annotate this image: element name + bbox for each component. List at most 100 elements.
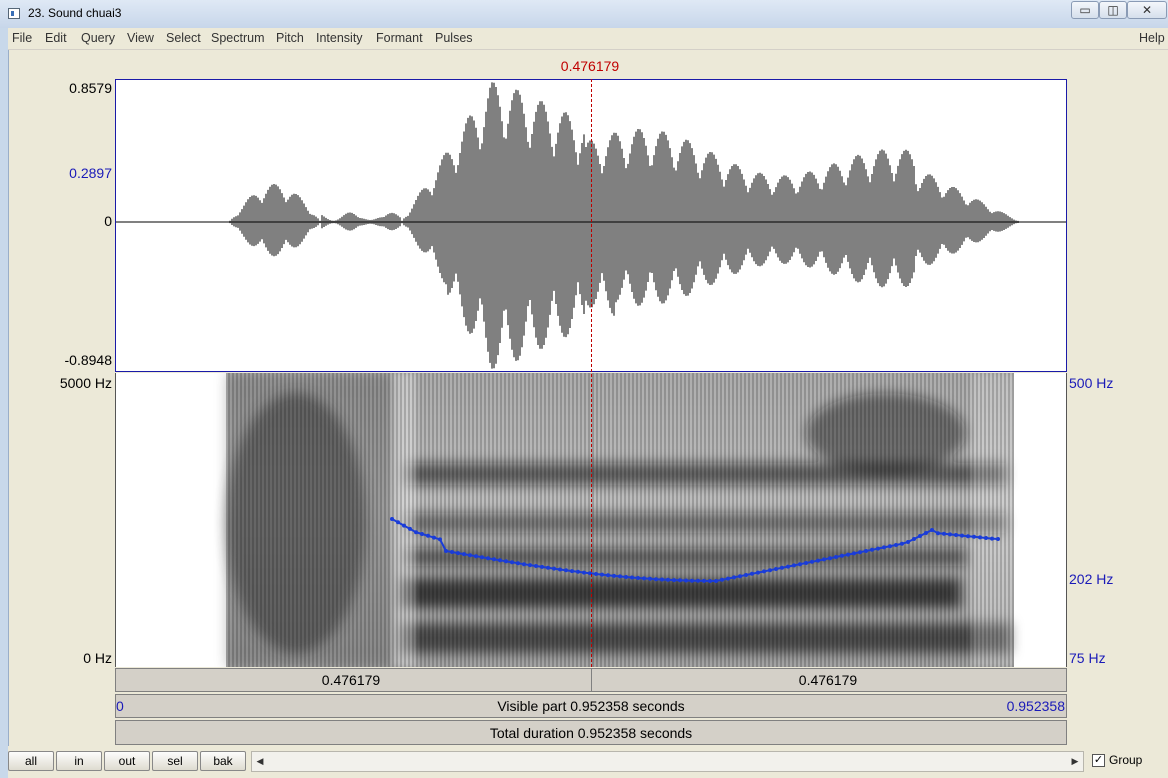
pitch-point: [918, 534, 922, 538]
pitch-point: [666, 577, 670, 582]
pitch-point: [828, 556, 832, 561]
menu-file[interactable]: File: [12, 31, 32, 45]
scroll-right-icon[interactable]: ▶: [1067, 752, 1083, 771]
pitch-point: [708, 579, 712, 583]
pitch-point: [954, 533, 958, 537]
pitch-point: [396, 520, 400, 525]
pitch-point: [840, 553, 844, 558]
total-duration-bar[interactable]: Total duration 0.952358 seconds: [115, 720, 1067, 745]
pitch-point: [948, 532, 952, 537]
visible-part-label: Visible part 0.952358 seconds: [497, 698, 685, 714]
waveform-zero-label: 0: [104, 213, 112, 229]
pitch-point: [432, 535, 436, 540]
minimize-button[interactable]: ▭: [1071, 1, 1099, 19]
pitch-point: [816, 558, 820, 563]
pitch-point: [504, 559, 508, 564]
pitch-point: [438, 537, 442, 542]
pitch-point: [618, 574, 622, 579]
pitch-point: [756, 570, 760, 575]
window-frame-edge: [0, 28, 9, 778]
pitch-point: [420, 532, 424, 536]
pitch-point: [426, 533, 430, 538]
app-icon: [8, 8, 20, 19]
pitch-point: [450, 550, 454, 554]
pitch-point: [990, 536, 994, 541]
close-button[interactable]: ✕: [1127, 1, 1167, 19]
group-label: Group: [1109, 753, 1143, 767]
pitch-point: [822, 557, 826, 562]
right-segment-duration[interactable]: 0.476179: [753, 672, 903, 688]
pitch-mid-label: 202 Hz: [1069, 571, 1114, 587]
pitch-point: [636, 576, 640, 580]
menu-help[interactable]: Help: [1139, 31, 1165, 45]
zoom-out-button[interactable]: out: [104, 751, 150, 771]
horizontal-scrollbar[interactable]: ◀ ▶: [251, 751, 1084, 772]
pitch-point: [894, 543, 898, 547]
waveform-level-label: 0.2897: [69, 165, 112, 181]
waveform-min-label: -0.8948: [64, 352, 112, 368]
pitch-point: [738, 574, 742, 579]
zoom-selection-button[interactable]: sel: [152, 751, 198, 771]
pitch-point: [600, 572, 604, 577]
pitch-point: [996, 537, 1000, 541]
selection-time-bar[interactable]: 0.476179 0.476179: [115, 668, 1067, 692]
pitch-point: [516, 561, 520, 566]
pitch-point: [486, 556, 490, 561]
pitch-point: [936, 531, 940, 536]
pitch-point: [900, 541, 904, 546]
pitch-point: [696, 578, 700, 583]
group-checkbox[interactable]: ✓: [1092, 754, 1105, 767]
waveform-signal: [229, 82, 1019, 369]
pitch-point: [858, 550, 862, 555]
pitch-point: [582, 570, 586, 575]
pitch-point: [888, 544, 892, 549]
pitch-point: [960, 533, 964, 538]
pitch-point: [390, 517, 394, 521]
menu-spectrum[interactable]: Spectrum: [211, 31, 265, 45]
menu-select[interactable]: Select: [166, 31, 201, 45]
menu-bar: File Edit Query View Select Spectrum Pit…: [8, 28, 1168, 50]
pitch-point: [882, 545, 886, 550]
pitch-point: [690, 578, 694, 583]
menu-intensity[interactable]: Intensity: [316, 31, 363, 45]
menu-formant[interactable]: Formant: [376, 31, 423, 45]
pitch-point: [942, 531, 946, 536]
zoom-back-button[interactable]: bak: [200, 751, 246, 771]
pitch-point: [456, 551, 460, 556]
pitch-point: [480, 555, 484, 560]
menu-edit[interactable]: Edit: [45, 31, 67, 45]
cursor-divider: [591, 669, 592, 691]
menu-pitch[interactable]: Pitch: [276, 31, 304, 45]
pitch-point: [468, 553, 472, 558]
pitch-point: [930, 528, 934, 532]
pitch-point: [720, 577, 724, 582]
zoom-in-button[interactable]: in: [56, 751, 102, 771]
waveform-max-label: 0.8579: [69, 80, 112, 96]
pitch-point: [768, 568, 772, 573]
visible-part-bar[interactable]: 0 Visible part 0.952358 seconds 0.952358: [115, 694, 1067, 718]
menu-pulses[interactable]: Pulses: [435, 31, 473, 45]
pitch-point: [750, 571, 754, 576]
pitch-point: [678, 578, 682, 583]
pitch-point: [594, 572, 598, 576]
window-title: 23. Sound chuai3: [28, 6, 122, 20]
pitch-point: [414, 530, 418, 535]
pitch-point: [552, 566, 556, 571]
pitch-point: [906, 540, 910, 544]
menu-query[interactable]: Query: [81, 31, 115, 45]
pitch-point: [570, 569, 574, 574]
pitch-point: [534, 564, 538, 568]
scroll-left-icon[interactable]: ◀: [252, 752, 268, 771]
menu-view[interactable]: View: [127, 31, 154, 45]
pitch-point: [852, 551, 856, 556]
pitch-point: [408, 526, 412, 531]
pitch-point: [624, 575, 628, 579]
pitch-point: [498, 558, 502, 563]
restore-button[interactable]: ◫: [1099, 1, 1127, 19]
zoom-all-button[interactable]: all: [8, 751, 54, 771]
spectrogram-min-freq-label: 0 Hz: [83, 650, 112, 666]
total-duration-label: Total duration 0.952358 seconds: [489, 725, 693, 741]
pitch-point: [444, 549, 448, 553]
pitch-point: [924, 531, 928, 535]
left-segment-duration[interactable]: 0.476179: [276, 672, 426, 688]
